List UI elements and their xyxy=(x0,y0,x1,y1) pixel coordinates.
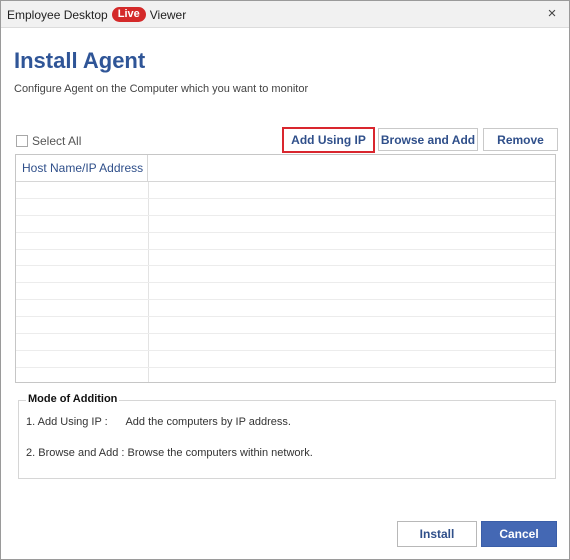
table-row[interactable] xyxy=(16,317,555,335)
add-using-ip-button[interactable]: Add Using IP xyxy=(282,127,375,153)
mode-line-add-using-ip: 1. Add Using IP : Add the computers by I… xyxy=(26,416,291,428)
install-agent-window: Employee Desktop Live Viewer × Install A… xyxy=(0,0,570,560)
computers-table[interactable]: Host Name/IP Address xyxy=(15,154,556,383)
select-all-label: Select All xyxy=(32,134,82,148)
title-bar: Employee Desktop Live Viewer × xyxy=(1,1,569,28)
live-badge: Live xyxy=(111,7,146,22)
browse-and-add-button[interactable]: Browse and Add xyxy=(378,128,478,151)
table-header: Host Name/IP Address xyxy=(16,155,555,182)
table-row[interactable] xyxy=(16,232,555,250)
remove-button[interactable]: Remove xyxy=(483,128,558,151)
mode-line-browse-and-add: 2. Browse and Add : Browse the computers… xyxy=(26,447,313,459)
page-subtitle: Configure Agent on the Computer which yo… xyxy=(14,83,309,95)
table-row[interactable] xyxy=(16,215,555,233)
window-title: Employee Desktop Live Viewer xyxy=(7,7,186,22)
table-row[interactable] xyxy=(16,283,555,301)
app-suffix: Viewer xyxy=(149,7,187,22)
table-row[interactable] xyxy=(16,198,555,216)
mode-of-addition-group: Mode of Addition 1. Add Using IP : Add t… xyxy=(18,393,556,479)
select-all-checkbox[interactable]: Select All xyxy=(16,134,81,148)
checkbox-icon[interactable] xyxy=(16,135,28,147)
table-row[interactable] xyxy=(16,182,555,199)
table-row[interactable] xyxy=(16,249,555,267)
install-button[interactable]: Install xyxy=(397,521,477,547)
table-row[interactable] xyxy=(16,350,555,368)
table-row[interactable] xyxy=(16,367,555,382)
cancel-button[interactable]: Cancel xyxy=(481,521,557,547)
table-row[interactable] xyxy=(16,266,555,284)
close-icon[interactable]: × xyxy=(543,5,561,23)
app-name: Employee Desktop xyxy=(7,7,108,22)
mode-of-addition-title: Mode of Addition xyxy=(26,393,120,405)
table-row[interactable] xyxy=(16,300,555,318)
column-header-host[interactable]: Host Name/IP Address xyxy=(16,155,148,181)
table-row[interactable] xyxy=(16,334,555,351)
page-title: Install Agent xyxy=(14,48,146,73)
